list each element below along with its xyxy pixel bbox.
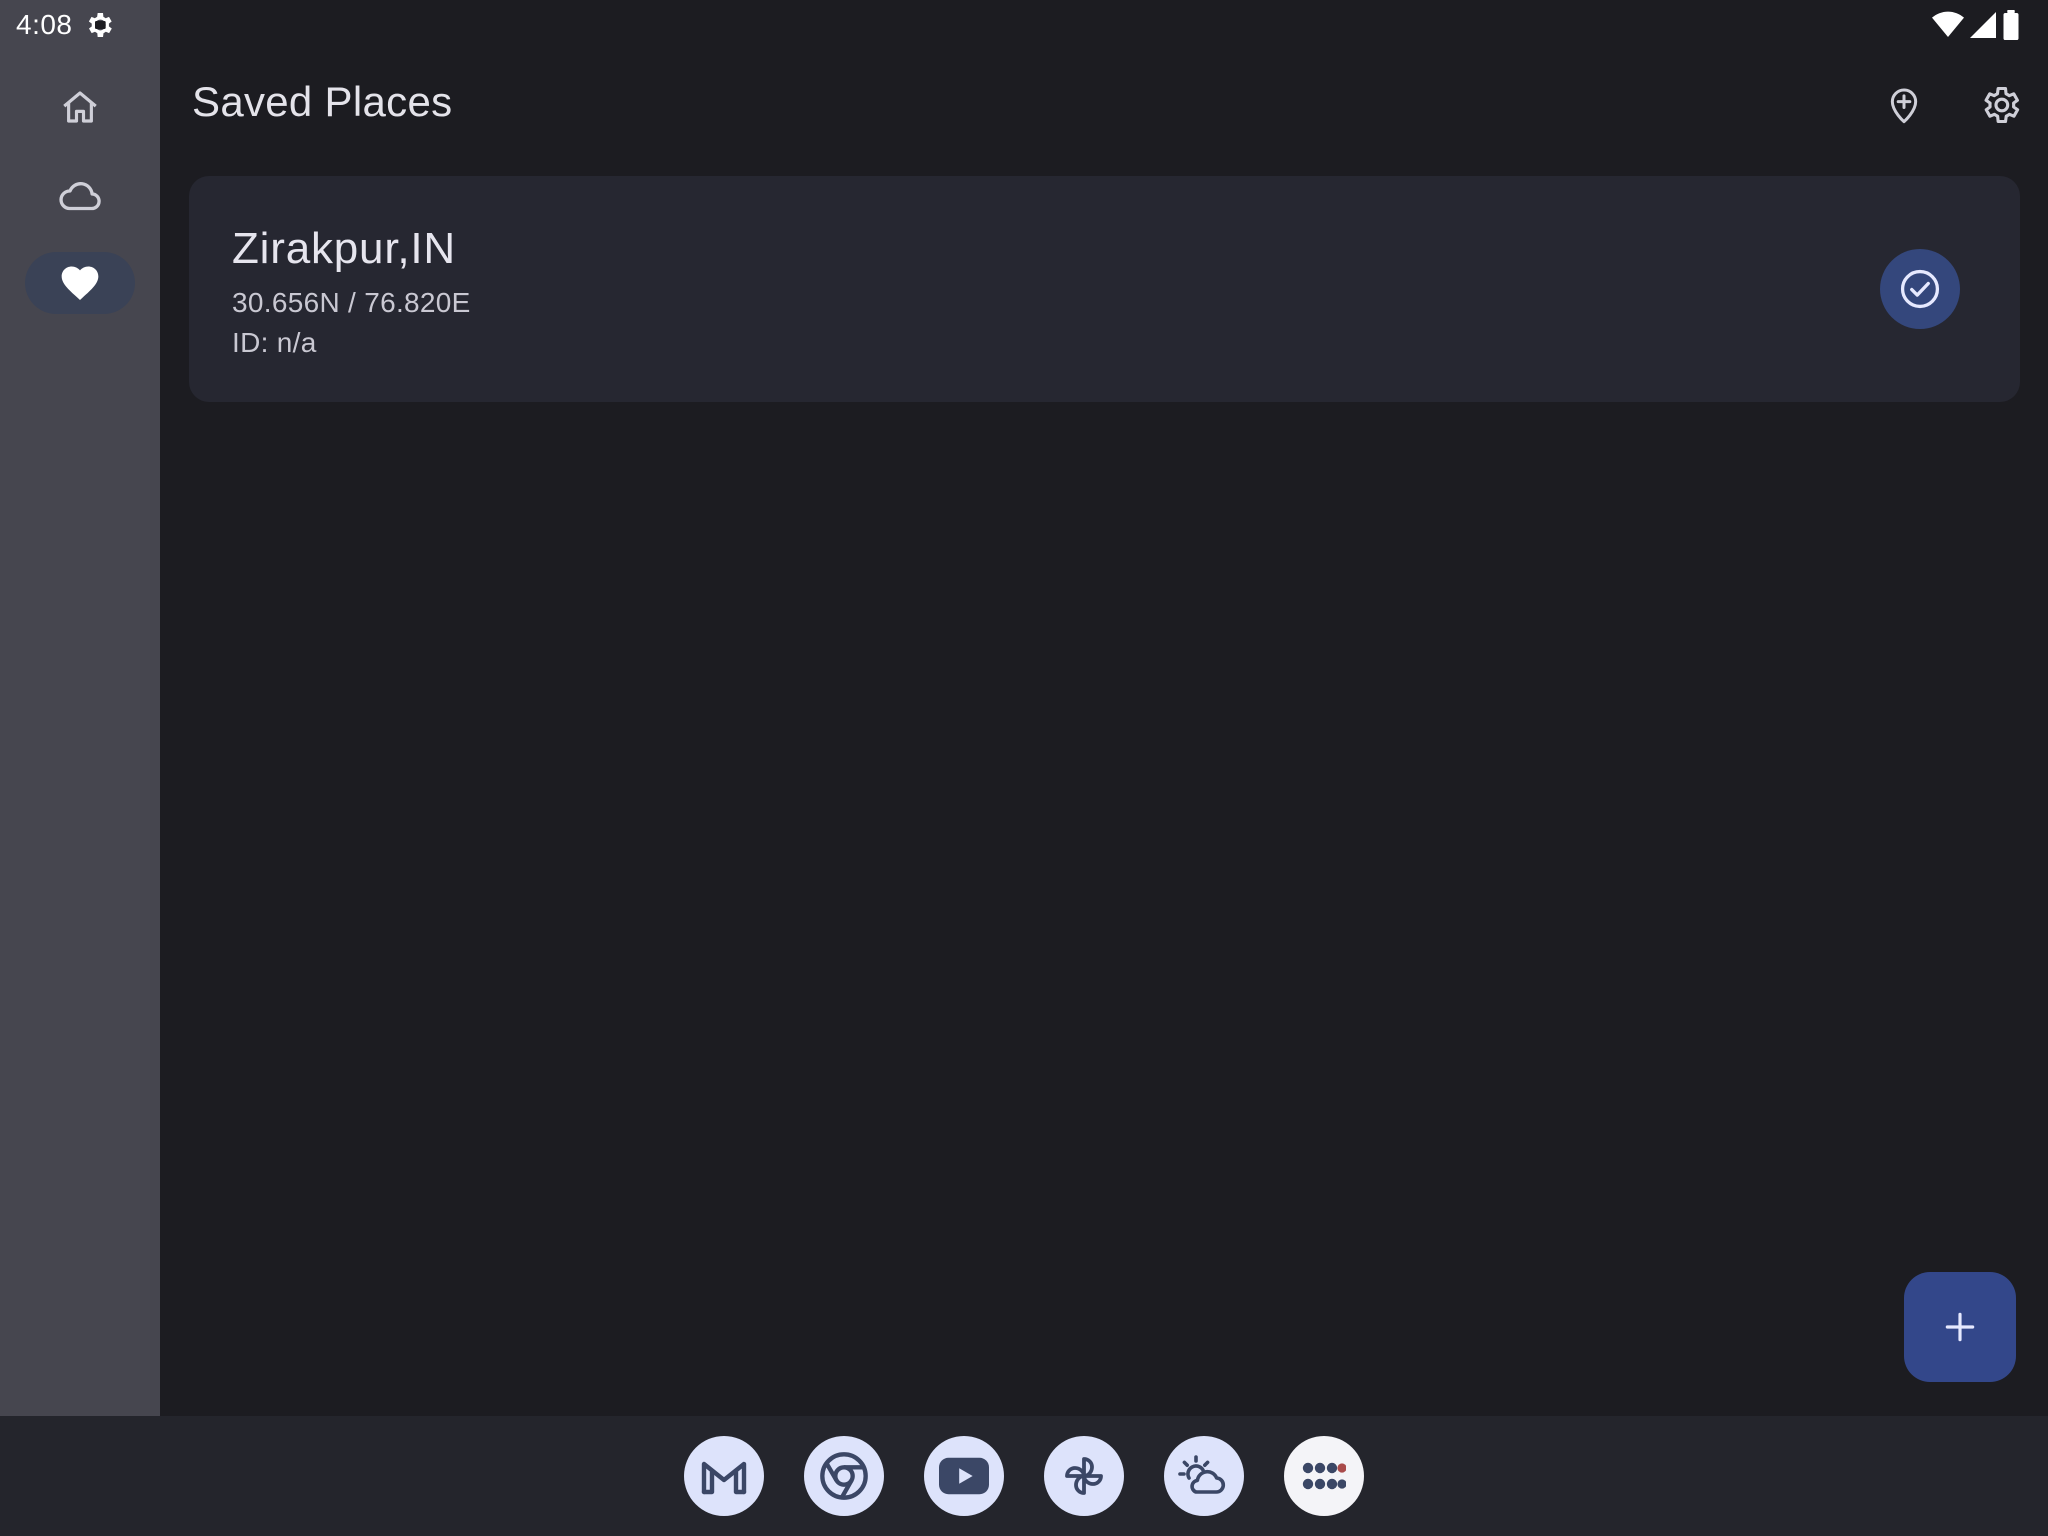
screen: 4:08 Saved Places Zirakpur,IN 30.656N / … <box>0 0 2048 1536</box>
gmail-icon <box>701 1461 747 1495</box>
dock-weather-app[interactable] <box>1164 1436 1244 1516</box>
settings-gear-icon <box>88 13 112 37</box>
status-time: 4:08 <box>16 9 73 40</box>
home-icon <box>63 91 97 123</box>
add-place-fab[interactable] <box>1904 1272 2016 1382</box>
dock-pinwheel-app[interactable] <box>1044 1436 1124 1516</box>
wifi-icon <box>1932 11 1964 37</box>
cloud-icon <box>59 182 101 211</box>
chrome-icon <box>820 1452 868 1500</box>
status-icons <box>1932 10 2020 40</box>
settings-icon <box>1984 86 2020 124</box>
taskbar <box>0 1416 2048 1536</box>
youtube-icon <box>939 1457 989 1495</box>
place-name: Zirakpur,IN <box>232 224 456 273</box>
nav-home[interactable] <box>25 76 135 138</box>
plus-icon <box>1945 1312 1975 1342</box>
dock-gmail[interactable] <box>684 1436 764 1516</box>
nav-forecast[interactable] <box>25 165 135 227</box>
cellular-signal-icon <box>1970 12 1996 38</box>
place-id: ID: n/a <box>232 327 317 358</box>
settings-button[interactable] <box>1975 80 2025 130</box>
check-circle-icon <box>1900 269 1940 309</box>
dock-app-drawer[interactable] <box>1284 1436 1364 1516</box>
navigation-rail <box>0 0 160 1416</box>
place-selected-button[interactable] <box>1880 249 1960 329</box>
add-location-button[interactable] <box>1879 80 1929 130</box>
heart-icon <box>61 266 99 301</box>
dock-youtube[interactable] <box>924 1436 1004 1516</box>
add-location-icon <box>1890 88 1918 124</box>
battery-icon <box>2003 10 2019 40</box>
page-title: Saved Places <box>192 78 453 125</box>
dock-chrome[interactable] <box>804 1436 884 1516</box>
weather-icon <box>1178 1455 1226 1494</box>
pinwheel-icon <box>1065 1457 1103 1495</box>
status-bar: 4:08 <box>0 0 2048 48</box>
place-coordinates: 30.656N / 76.820E <box>232 287 471 318</box>
app-drawer-icon <box>1302 1462 1346 1490</box>
place-card[interactable]: Zirakpur,IN 30.656N / 76.820E ID: n/a <box>189 176 2020 402</box>
nav-saved-places[interactable] <box>25 252 135 314</box>
